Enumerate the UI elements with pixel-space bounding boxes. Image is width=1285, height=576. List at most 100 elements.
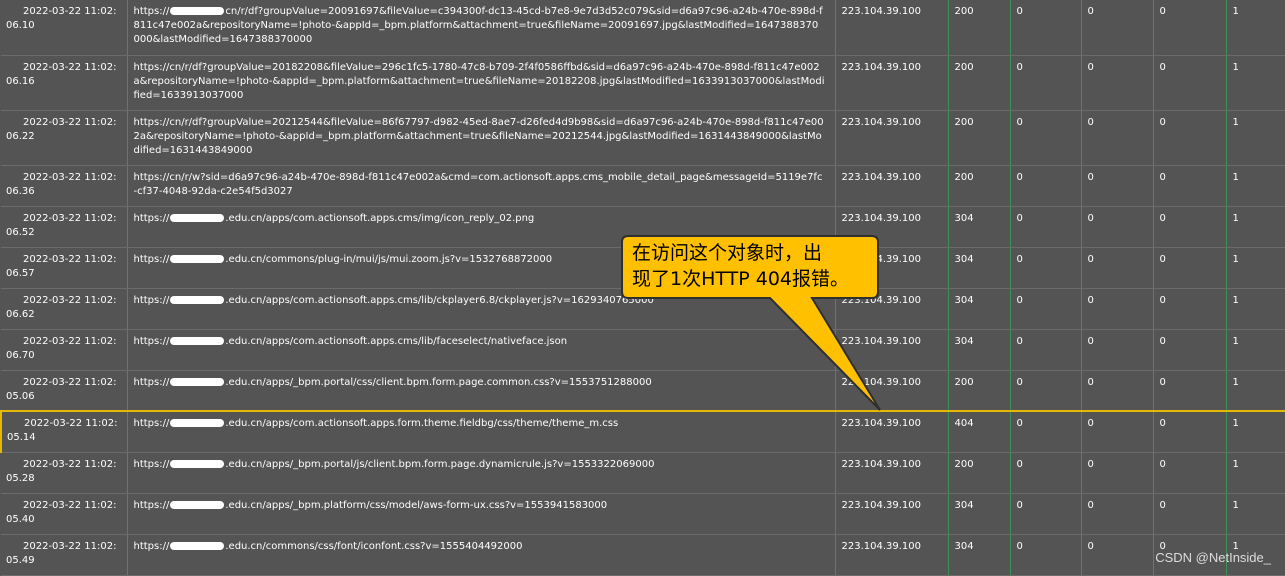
time-line2: 06.57 (6, 267, 35, 279)
time-line1: 2022-03-22 11:02: (23, 294, 117, 306)
url-text: .edu.cn/apps/com.actionsoft.apps.form.th… (225, 418, 619, 429)
cell-count-3: 0 (1153, 55, 1227, 111)
table-row[interactable]: 2022-03-22 11:02: 06.70 https:// .edu.cn/ap… (1, 329, 1285, 371)
cell-count-2: 0 (1081, 206, 1154, 248)
table-row[interactable]: 2022-03-22 11:02: 05.40 https:// .edu.cn/ap… (1, 493, 1285, 535)
cell-count-2: 0 (1081, 165, 1154, 207)
cell-time: 2022-03-22 11:02: 06.70 (1, 329, 128, 371)
cell-time: 2022-03-22 11:02: 06.57 (1, 247, 128, 289)
time-line1: 2022-03-22 11:02: (23, 376, 117, 388)
table-row[interactable]: 2022-03-22 11:02: 06.16 https://cn/r/df?gr… (1, 55, 1285, 111)
redacted-host (170, 500, 225, 509)
redacted-host (170, 254, 225, 263)
url-scheme: https:// (133, 499, 170, 511)
cell-time: 2022-03-22 11:02: 06.22 (1, 110, 128, 166)
cell-count-4: 1 (1226, 0, 1285, 56)
callout-text-line2: 现了1次HTTP 404报错。 (632, 268, 850, 290)
cell-count-1: 0 (1010, 410, 1082, 453)
time-line1: 2022-03-22 11:02: (23, 458, 117, 470)
cell-ip: 223.104.39.100 (835, 165, 949, 207)
cell-count-1: 0 (1010, 0, 1082, 56)
cell-url: https:// .edu.cn/apps/_bpm.portal/css/cli… (127, 370, 836, 412)
cell-count-1: 0 (1010, 247, 1082, 289)
cell-count-3: 0 (1153, 493, 1227, 535)
time-line1: 2022-03-22 11:02: (24, 418, 118, 429)
cell-count-2: 0 (1081, 288, 1154, 330)
time-line2: 06.10 (6, 20, 35, 31)
cell-count-4: 1 (1226, 55, 1285, 111)
cell-count-4: 1 (1226, 165, 1285, 207)
cell-count-2: 0 (1081, 110, 1154, 166)
cell-count-1: 0 (1010, 165, 1082, 207)
cell-url: https:// .edu.cn/apps/com.actionsoft.apps… (127, 329, 836, 371)
cell-count-1: 0 (1010, 370, 1082, 412)
cell-count-1: 0 (1010, 206, 1082, 248)
time-line2: 05.49 (6, 554, 35, 566)
url-scheme: https:// (133, 540, 170, 552)
cell-status: 200 (948, 110, 1011, 166)
cell-time: 2022-03-22 11:02: 05.40 (1, 493, 128, 535)
table-row[interactable]: 2022-03-22 11:02: 05.14 https:// .edu.cn/ap… (0, 410, 1285, 453)
cell-count-4: 1 (1226, 493, 1285, 535)
time-line1: 2022-03-22 11:02: (23, 499, 117, 511)
cell-count-4: 1 (1226, 206, 1285, 248)
cell-count-1: 0 (1010, 534, 1082, 576)
cell-status: 304 (948, 247, 1011, 289)
url-scheme: https:// (133, 61, 170, 73)
cell-status: 304 (948, 288, 1011, 330)
table-row[interactable]: 2022-03-22 11:02: 06.22 https://cn/r/df?gr… (1, 110, 1285, 166)
redacted-host (170, 419, 225, 427)
time-line1: 2022-03-22 11:02: (23, 61, 117, 73)
cell-count-3: 0 (1153, 206, 1227, 248)
cell-count-1: 0 (1010, 55, 1082, 111)
cell-url: https:// .edu.cn/apps/_bpm.platform/css/m… (127, 493, 836, 535)
cell-status: 200 (948, 165, 1011, 207)
time-line2: 06.16 (6, 75, 35, 87)
cell-status: 200 (948, 370, 1011, 412)
cell-status: 304 (948, 329, 1011, 371)
cell-status: 304 (948, 206, 1011, 248)
cell-count-4: 1 (1226, 288, 1285, 330)
cell-url: https:// .edu.cn/apps/com.actionsoft.apps… (127, 288, 836, 330)
cell-count-4: 1 (1226, 452, 1285, 494)
watermark-text: CSDN @NetInside_ (1155, 550, 1271, 565)
cell-count-2: 0 (1081, 329, 1154, 371)
cell-count-3: 0 (1153, 110, 1227, 166)
cell-count-3: 0 (1153, 165, 1227, 207)
callout-text-line1: 在访问这个对象时，出 (632, 242, 823, 264)
time-line1: 2022-03-22 11:02: (23, 171, 117, 183)
cell-count-4: 1 (1226, 110, 1285, 166)
cell-status: 304 (948, 493, 1011, 535)
cell-count-2: 0 (1081, 493, 1154, 535)
url-text: .edu.cn/apps/_bpm.portal/css/client.bpm.… (225, 376, 652, 388)
cell-url: https://cn/r/df?groupValue=20091697&file… (127, 0, 836, 56)
table-row[interactable]: 2022-03-22 11:02: 06.36 https://cn/r/w?sid… (1, 165, 1285, 207)
table-row[interactable]: 2022-03-22 11:02: 06.10 https://cn/r/df?gr… (1, 0, 1285, 56)
url-scheme: https:// (133, 418, 170, 429)
callout-text: 在访问这个对象时，出 现了1次HTTP 404报错。 (622, 236, 888, 292)
cell-count-2: 0 (1081, 55, 1154, 111)
cell-count-1: 0 (1010, 493, 1082, 535)
table-row[interactable]: 2022-03-22 11:02: 05.28 https:// .edu.cn/ap… (1, 452, 1285, 494)
cell-status: 304 (948, 534, 1011, 576)
url-scheme: https:// (133, 294, 170, 306)
table-row[interactable]: 2022-03-22 11:02: 05.49 https:// .edu.cn/co… (1, 534, 1285, 576)
redacted-host (170, 459, 225, 468)
cell-count-1: 0 (1010, 110, 1082, 166)
cell-ip: 223.104.39.100 (835, 493, 949, 535)
redacted-host (170, 377, 225, 386)
url-scheme: https:// (133, 6, 170, 17)
table-row[interactable]: 2022-03-22 11:02: 05.06 https:// .edu.cn/ap… (1, 370, 1285, 412)
time-line2: 06.36 (6, 185, 35, 197)
time-line2: 05.06 (6, 390, 35, 402)
redacted-host (170, 336, 225, 345)
time-line1: 2022-03-22 11:02: (23, 253, 117, 265)
cell-status: 200 (948, 55, 1011, 111)
time-line2: 06.52 (6, 226, 35, 238)
cell-status: 404 (948, 410, 1011, 453)
redacted-host (170, 213, 225, 222)
cell-count-4: 1 (1226, 329, 1285, 371)
time-line2: 05.28 (6, 472, 35, 484)
table-row[interactable]: 2022-03-22 11:02: 06.62 https:// .edu.cn/ap… (1, 288, 1285, 330)
cell-time: 2022-03-22 11:02: 06.52 (1, 206, 128, 248)
